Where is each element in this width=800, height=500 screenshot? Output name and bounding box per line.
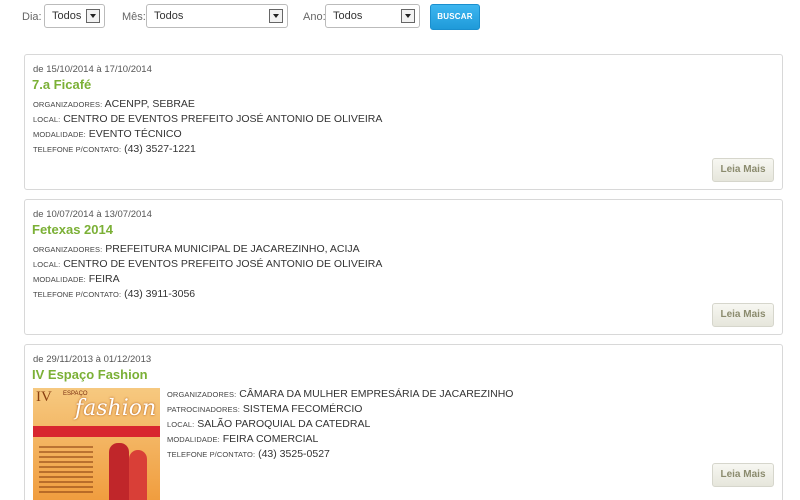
read-more-button[interactable]: Leia Mais — [712, 158, 774, 182]
read-more-button[interactable]: Leia Mais — [712, 303, 774, 327]
event-poster-image[interactable]: IV ESPAÇO fashion — [33, 388, 160, 500]
year-select-value: Todos — [333, 10, 363, 22]
phone-value: (43) 3525-0527 — [258, 448, 330, 460]
event-modality: Modalidade: FEIRA COMERCIAL — [167, 433, 318, 445]
event-organizers: Organizadores: ACENPP, SEBRAE — [33, 98, 195, 110]
modality-label: Modalidade: — [33, 275, 86, 284]
day-filter-label: Dia: — [22, 11, 42, 23]
event-phone: Telefone p/contato: (43) 3525-0527 — [167, 448, 330, 460]
modality-label: Modalidade: — [167, 435, 220, 444]
poster-band — [33, 426, 160, 437]
chevron-down-icon — [269, 9, 283, 23]
poster-figure — [109, 443, 129, 500]
event-dates: de 15/10/2014 à 17/10/2014 — [33, 64, 152, 75]
event-organizers: Organizadores: CÂMARA DA MULHER EMPRESÁR… — [167, 388, 513, 400]
modality-label: Modalidade: — [33, 130, 86, 139]
event-organizers: Organizadores: PREFEITURA MUNICIPAL DE J… — [33, 243, 360, 255]
location-label: Local: — [33, 260, 61, 269]
chevron-down-icon — [86, 9, 100, 23]
filter-bar: Dia: Todos Mês: Todos Ano: Todos BUSCAR — [22, 4, 782, 30]
event-card: de 10/07/2014 à 13/07/2014 Fetexas 2014 … — [24, 199, 783, 335]
sponsors-value: SISTEMA FECOMÉRCIO — [242, 403, 363, 415]
chevron-down-icon — [401, 9, 415, 23]
event-phone: Telefone p/contato: (43) 3527-1221 — [33, 143, 196, 155]
year-filter-label: Ano: — [303, 11, 326, 23]
event-phone: Telefone p/contato: (43) 3911-3056 — [33, 288, 195, 300]
sponsors-label: Patrocinadores: — [167, 405, 240, 414]
month-select-value: Todos — [154, 10, 184, 22]
organizers-value: PREFEITURA MUNICIPAL DE JACAREZINHO, ACI… — [105, 243, 360, 255]
location-value: CENTRO DE EVENTOS PREFEITO JOSÉ ANTONIO … — [63, 113, 383, 125]
event-location: Local: CENTRO DE EVENTOS PREFEITO JOSÉ A… — [33, 113, 382, 125]
modality-value: FEIRA COMERCIAL — [222, 433, 319, 445]
organizers-label: Organizadores: — [33, 245, 103, 254]
month-select[interactable]: Todos — [146, 4, 288, 28]
event-location: Local: SALÃO PAROQUIAL DA CATEDRAL — [167, 418, 370, 430]
organizers-value: ACENPP, SEBRAE — [104, 98, 195, 110]
event-sponsors: Patrocinadores: SISTEMA FECOMÉRCIO — [167, 403, 362, 415]
modality-value: FEIRA — [88, 273, 120, 285]
event-dates: de 29/11/2013 à 01/12/2013 — [33, 354, 152, 365]
location-label: Local: — [167, 420, 195, 429]
phone-label: Telefone p/contato: — [33, 290, 122, 299]
poster-text: fashion — [75, 396, 157, 421]
event-title[interactable]: 7.a Ficafé — [32, 77, 91, 92]
location-value: SALÃO PAROQUIAL DA CATEDRAL — [197, 418, 371, 430]
poster-figure — [129, 450, 147, 500]
year-select[interactable]: Todos — [325, 4, 420, 28]
day-select[interactable]: Todos — [44, 4, 105, 28]
phone-label: Telefone p/contato: — [167, 450, 256, 459]
phone-value: (43) 3911-3056 — [124, 288, 196, 300]
modality-value: EVENTO TÉCNICO — [88, 128, 182, 140]
event-card: de 15/10/2014 à 17/10/2014 7.a Ficafé Or… — [24, 54, 783, 190]
phone-value: (43) 3527-1221 — [124, 143, 196, 155]
phone-label: Telefone p/contato: — [33, 145, 122, 154]
event-card: de 29/11/2013 à 01/12/2013 IV Espaço Fas… — [24, 344, 783, 500]
organizers-label: Organizadores: — [167, 390, 237, 399]
read-more-button[interactable]: Leia Mais — [712, 463, 774, 487]
event-title[interactable]: Fetexas 2014 — [32, 222, 113, 237]
event-title[interactable]: IV Espaço Fashion — [32, 367, 148, 382]
event-dates: de 10/07/2014 à 13/07/2014 — [33, 209, 152, 220]
location-label: Local: — [33, 115, 61, 124]
organizers-label: Organizadores: — [33, 100, 103, 109]
organizers-value: CÂMARA DA MULHER EMPRESÁRIA DE JACAREZIN… — [239, 388, 514, 400]
location-value: CENTRO DE EVENTOS PREFEITO JOSÉ ANTONIO … — [63, 258, 383, 270]
search-button[interactable]: BUSCAR — [430, 4, 480, 30]
day-select-value: Todos — [52, 10, 82, 22]
event-modality: Modalidade: EVENTO TÉCNICO — [33, 128, 182, 140]
poster-text-lines — [39, 446, 93, 496]
month-filter-label: Mês: — [122, 11, 146, 23]
poster-text: IV — [36, 389, 52, 405]
event-modality: Modalidade: FEIRA — [33, 273, 120, 285]
event-location: Local: CENTRO DE EVENTOS PREFEITO JOSÉ A… — [33, 258, 382, 270]
